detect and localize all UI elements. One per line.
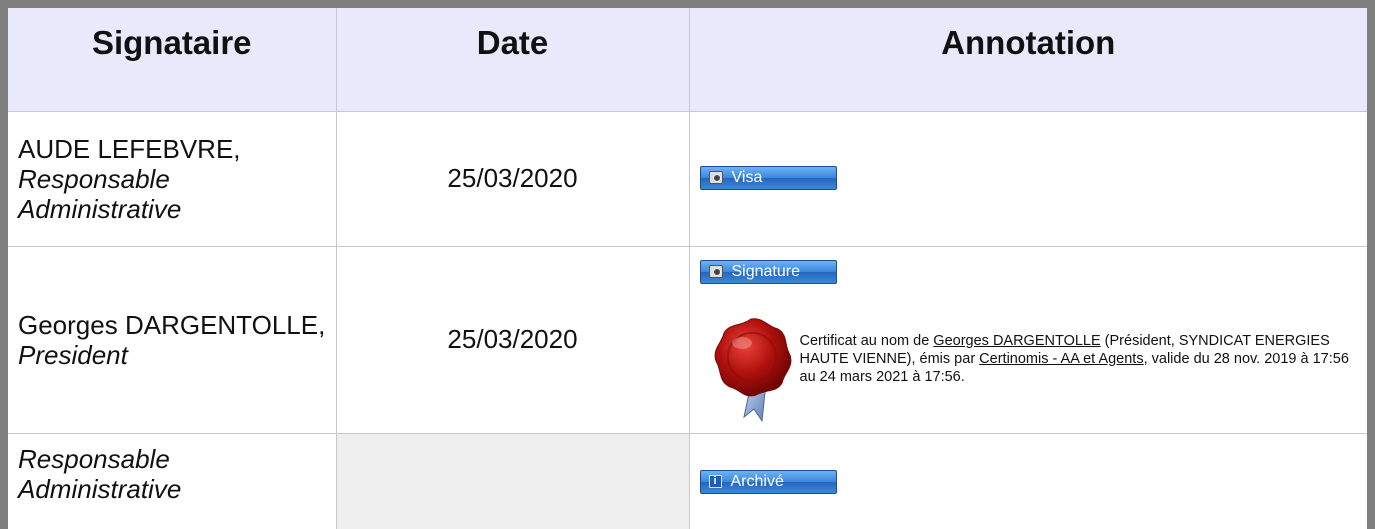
- camera-icon: [708, 265, 723, 278]
- header-date: Date: [336, 8, 690, 112]
- signataire-cell: Georges DARGENTOLLE, President: [8, 246, 337, 434]
- header-annotation: Annotation: [689, 8, 1367, 112]
- signataire-name: AUDE LEFEBVRE,: [18, 133, 241, 164]
- annotation-cell: i Archivé: [689, 433, 1367, 529]
- camera-icon: [708, 171, 723, 184]
- archive-button-label: Archivé: [730, 472, 784, 490]
- signataire-role: Responsable Administrative: [18, 163, 182, 224]
- signataire-cell: AUDE LEFEBVRE, Responsable Administrativ…: [8, 111, 337, 247]
- wax-seal-icon: [714, 317, 791, 422]
- table-row: AUDE LEFEBVRE, Responsable Administrativ…: [8, 111, 1367, 247]
- table-row: Georges DARGENTOLLE, President 25/03/202…: [8, 246, 1367, 434]
- signataire-cell: Responsable Administrative: [8, 433, 337, 529]
- annotation-cell: Signature Certificat au nom de Georges D…: [689, 246, 1367, 434]
- signataire-role: President: [18, 339, 128, 370]
- signataire-role: Responsable Administrative: [18, 443, 182, 504]
- header-signataire: Signataire: [8, 8, 337, 112]
- signature-table-frame: Signataire Date Annotation AUDE LEFEBVRE…: [0, 0, 1375, 529]
- date-cell: 25/03/2020: [336, 111, 690, 247]
- certificate-prefix: Certificat au nom de: [799, 332, 934, 349]
- signature-button-label: Signature: [731, 262, 801, 280]
- date-cell: [336, 433, 690, 529]
- table-row: Responsable Administrative i Archivé: [8, 433, 1367, 529]
- signature-button[interactable]: Signature: [699, 259, 837, 284]
- certificate-text: Certificat au nom de Georges DARGENTOLLE…: [800, 332, 1360, 386]
- annotation-cell: Visa: [689, 111, 1367, 247]
- certificate-block: Certificat au nom de Georges DARGENTOLLE…: [700, 309, 1360, 429]
- visa-button[interactable]: Visa: [699, 165, 837, 190]
- info-icon: i: [708, 475, 722, 488]
- visa-button-label: Visa: [731, 168, 763, 186]
- certificate-holder-link[interactable]: Georges DARGENTOLLE: [933, 333, 1100, 349]
- archive-button[interactable]: i Archivé: [699, 469, 837, 494]
- signataire-name: Georges DARGENTOLLE,: [18, 309, 326, 340]
- signature-table: Signataire Date Annotation AUDE LEFEBVRE…: [8, 8, 1367, 529]
- header-row: Signataire Date Annotation: [8, 8, 1367, 112]
- certificate-issuer-link[interactable]: Certinomis - AA et Agents: [979, 351, 1143, 367]
- date-cell: 25/03/2020: [336, 246, 690, 434]
